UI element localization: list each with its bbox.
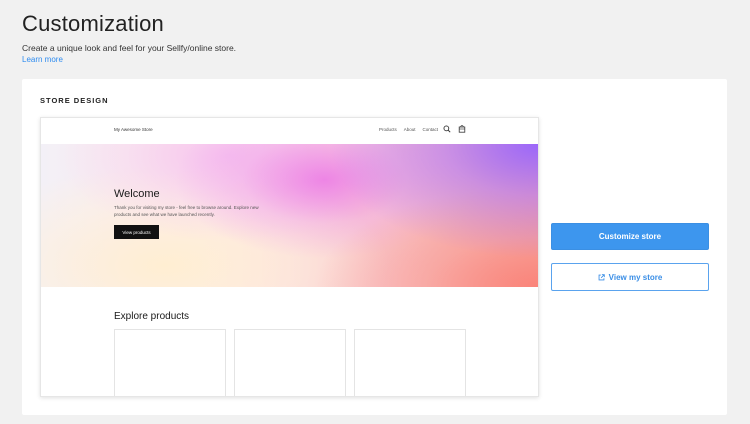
customize-store-button[interactable]: Customize store (551, 223, 709, 250)
store-preview-navbar: My Awesome Store Products About Contact (41, 118, 538, 144)
search-icon[interactable] (443, 125, 451, 133)
store-design-card: STORE DESIGN My Awesome Store Products A… (22, 79, 727, 415)
store-preview: My Awesome Store Products About Contact … (40, 117, 539, 397)
view-products-button[interactable]: View products (114, 225, 159, 239)
nav-link-products[interactable]: Products (379, 127, 397, 132)
store-name: My Awesome Store (114, 127, 153, 132)
learn-more-link[interactable]: Learn more (22, 55, 63, 64)
view-my-store-label: View my store (608, 272, 663, 282)
product-card-placeholder[interactable] (234, 329, 346, 396)
view-my-store-button[interactable]: View my store (551, 263, 709, 291)
hero-title: Welcome (114, 188, 160, 200)
explore-products-title: Explore products (114, 311, 190, 322)
product-card-placeholder[interactable] (354, 329, 466, 396)
nav-link-contact[interactable]: Contact (422, 127, 438, 132)
page-title: Customization (22, 11, 164, 36)
cart-icon[interactable] (458, 125, 466, 133)
page-subtitle: Create a unique look and feel for your S… (22, 43, 237, 53)
external-link-icon (598, 273, 605, 280)
hero-text: Thank you for visiting my store - feel f… (114, 205, 259, 217)
nav-link-about[interactable]: About (404, 127, 416, 132)
store-nav-links: Products About Contact (379, 127, 438, 132)
store-design-heading: STORE DESIGN (40, 96, 109, 105)
store-hero-banner: Welcome Thank you for visiting my store … (41, 144, 538, 287)
product-card-placeholder[interactable] (114, 329, 226, 396)
